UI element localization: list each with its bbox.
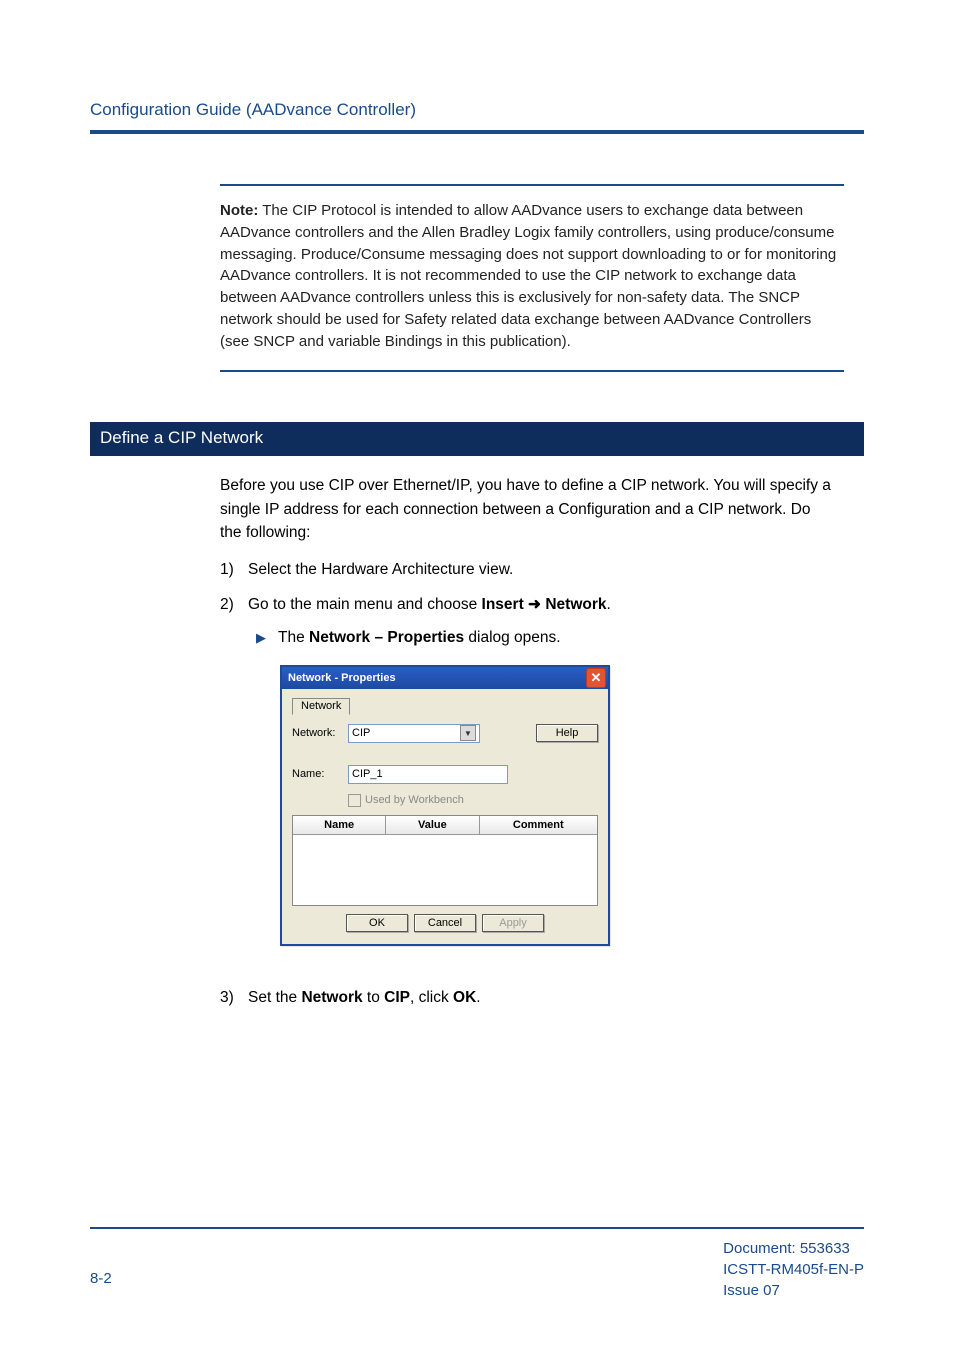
name-input-value: CIP_1 <box>352 768 383 780</box>
network-properties-dialog: Network - Properties ✕ Network Network: … <box>280 665 610 946</box>
footer-part: ICSTT-RM405f-EN-P <box>723 1259 864 1280</box>
column-header-comment[interactable]: Comment <box>480 816 598 835</box>
s3c: to <box>363 989 385 1006</box>
step-3: 3) Set the Network to CIP, click OK. <box>220 986 834 1009</box>
section-title-bar: Define a CIP Network <box>90 422 864 456</box>
used-by-workbench-row: Used by Workbench <box>348 794 598 807</box>
grid-body[interactable] <box>293 835 597 905</box>
name-row: Name: CIP_1 <box>292 765 598 784</box>
column-header-value[interactable]: Value <box>386 816 479 835</box>
step2-post: . <box>607 596 611 613</box>
s3b: Network <box>301 989 362 1006</box>
step-number: 1) <box>220 558 248 581</box>
column-header-name[interactable]: Name <box>293 816 386 835</box>
step-number: 3) <box>220 986 248 1009</box>
network-combo[interactable]: CIP ▼ <box>348 724 480 743</box>
cancel-button[interactable]: Cancel <box>414 914 476 932</box>
s3d: CIP <box>384 989 410 1006</box>
s3f: OK <box>453 989 476 1006</box>
chevron-down-icon[interactable]: ▼ <box>460 725 476 741</box>
step2-pre: Go to the main menu and choose <box>248 596 482 613</box>
bullet-post: dialog opens. <box>464 629 561 646</box>
name-label: Name: <box>292 768 348 780</box>
note-text: The CIP Protocol is intended to allow AA… <box>220 202 836 350</box>
dialog-titlebar[interactable]: Network - Properties ✕ <box>282 667 608 689</box>
note-block: Note: The CIP Protocol is intended to al… <box>220 184 844 372</box>
step-1: 1) Select the Hardware Architecture view… <box>220 558 834 581</box>
page-header-title: Configuration Guide (AADvance Controller… <box>90 100 864 120</box>
step2-network: Network <box>545 596 606 613</box>
header-rule <box>90 130 864 134</box>
right-arrow-icon: ➜ <box>524 596 546 613</box>
ok-button[interactable]: OK <box>346 914 408 932</box>
page-number: 8-2 <box>90 1270 112 1287</box>
s3a: Set the <box>248 989 301 1006</box>
step2-insert: Insert <box>482 596 524 613</box>
triangle-bullet-icon: ▶ <box>256 630 278 646</box>
section-intro: Before you use CIP over Ethernet/IP, you… <box>220 474 834 544</box>
bullet-bold: Network – Properties <box>309 629 464 646</box>
help-button[interactable]: Help <box>536 724 598 742</box>
dialog-buttons: OK Cancel Apply <box>292 906 598 934</box>
footer-issue: Issue 07 <box>723 1280 864 1301</box>
properties-grid: Name Value Comment <box>292 815 598 906</box>
close-icon[interactable]: ✕ <box>586 668 606 688</box>
grid-header: Name Value Comment <box>293 816 597 835</box>
s3e: , click <box>410 989 453 1006</box>
footer-doc: Document: 553633 <box>723 1238 864 1259</box>
apply-button[interactable]: Apply <box>482 914 544 932</box>
step-number: 2) <box>220 593 248 616</box>
s3g: . <box>476 989 480 1006</box>
bullet-text: The Network – Properties dialog opens. <box>278 629 561 647</box>
tab-panel: Network: CIP ▼ Help Name: CIP_1 <box>292 724 598 934</box>
used-by-workbench-label: Used by Workbench <box>365 794 464 806</box>
tabset: Network <box>292 697 598 714</box>
network-combo-value: CIP <box>352 727 370 739</box>
step-text: Go to the main menu and choose Insert ➜ … <box>248 593 834 616</box>
name-input[interactable]: CIP_1 <box>348 765 508 784</box>
note-label: Note: <box>220 202 258 219</box>
network-label: Network: <box>292 727 348 739</box>
footer-rule <box>90 1227 864 1229</box>
network-row: Network: CIP ▼ Help <box>292 724 598 743</box>
bullet-pre: The <box>278 629 309 646</box>
dialog-body: Network Network: CIP ▼ Help Name: CIP_1 <box>282 689 608 944</box>
step-2: 2) Go to the main menu and choose Insert… <box>220 593 834 616</box>
bullet-row: ▶ The Network – Properties dialog opens. <box>256 629 834 647</box>
footer-doc-info: Document: 553633 ICSTT-RM405f-EN-P Issue… <box>723 1238 864 1301</box>
used-by-workbench-checkbox[interactable] <box>348 794 361 807</box>
step-text: Set the Network to CIP, click OK. <box>248 986 834 1009</box>
dialog-title: Network - Properties <box>288 672 396 684</box>
tab-network[interactable]: Network <box>292 698 350 715</box>
dialog-screenshot: Network - Properties ✕ Network Network: … <box>280 665 864 946</box>
step-text: Select the Hardware Architecture view. <box>248 558 834 581</box>
